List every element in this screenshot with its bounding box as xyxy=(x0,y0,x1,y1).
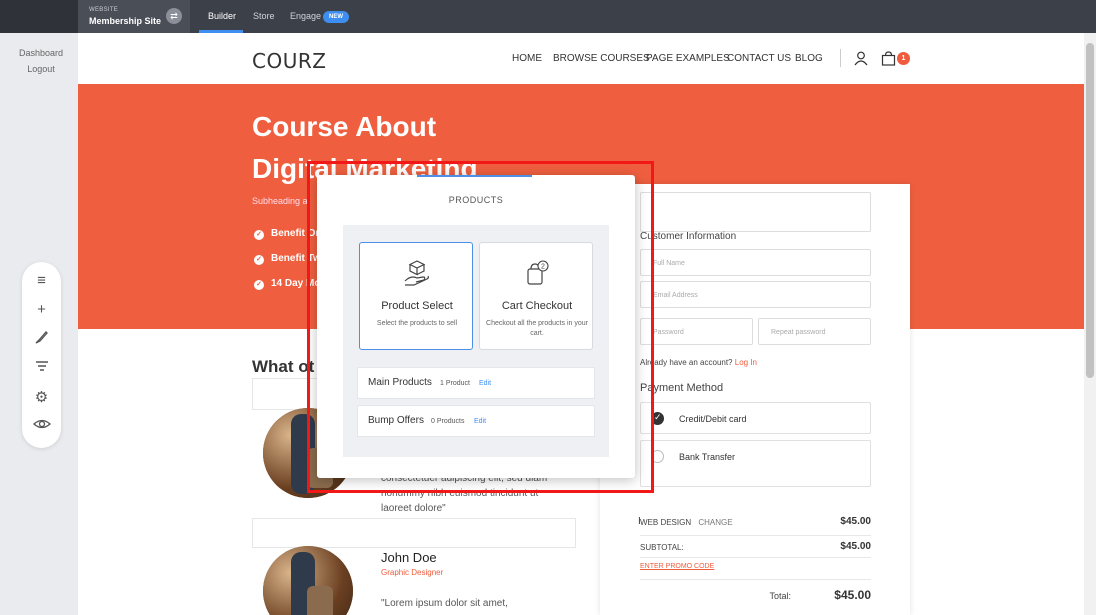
testimonial-quote: "Lorem ipsum dolor sit amet, xyxy=(381,596,508,611)
check-circle-icon: ✓ xyxy=(254,280,264,290)
login-prompt: Already have an account? Log In xyxy=(640,358,757,367)
builder-toolbox: ≡ + ⚙ xyxy=(22,262,61,448)
testimonials-heading: What ot xyxy=(252,357,315,376)
site-switch-name: Membership Site xyxy=(89,16,162,26)
testimonial-name: John Doe xyxy=(381,550,437,565)
plus-icon[interactable]: + xyxy=(31,299,52,320)
divider xyxy=(640,579,871,580)
total-label: Total: xyxy=(769,591,791,601)
order-item-name: WEB DESIGN xyxy=(640,518,692,527)
check-circle-icon: ✓ xyxy=(254,230,264,240)
new-badge: NEW xyxy=(323,11,349,23)
tab-builder[interactable]: Builder xyxy=(208,11,236,21)
testimonial-role: Graphic Designer xyxy=(381,568,444,577)
check-circle-icon: ✓ xyxy=(254,255,264,265)
payment-option-label: Credit/Debit card xyxy=(679,414,747,424)
menu-icon[interactable]: ≡ xyxy=(31,270,52,291)
nav-contact-us[interactable]: CONTACT US xyxy=(727,53,791,64)
hero-subheading: Subheading al xyxy=(252,196,310,206)
site-logo[interactable]: COURZ xyxy=(252,49,326,73)
tab-store[interactable]: Store xyxy=(253,11,275,21)
cart-count-badge: 1 xyxy=(897,52,910,65)
form-top-box xyxy=(640,192,871,232)
quote-line: laoreet dolore" xyxy=(381,503,446,514)
highlight-frame xyxy=(307,161,654,493)
order-item-row: WEB DESIGN CHANGE $45.00 xyxy=(640,516,871,527)
tab-engage[interactable]: Engage xyxy=(290,11,321,21)
login-link[interactable]: Log In xyxy=(735,358,757,367)
payment-option-label: Bank Transfer xyxy=(679,452,736,462)
page-scrollbar[interactable] xyxy=(1084,33,1096,615)
top-bar-left-block xyxy=(0,0,78,33)
filter-icon[interactable] xyxy=(31,358,52,379)
total-row: Total: $45.00 xyxy=(640,588,871,602)
promo-code-link[interactable]: ENTER PROMO CODE xyxy=(640,563,714,570)
brush-icon[interactable] xyxy=(31,329,52,350)
testimonial-box xyxy=(252,518,576,548)
total-value: $45.00 xyxy=(834,588,871,602)
change-link[interactable]: CHANGE xyxy=(698,518,732,527)
divider xyxy=(640,557,871,558)
divider xyxy=(640,535,871,536)
avatar xyxy=(263,546,353,615)
nav-home[interactable]: HOME xyxy=(512,53,542,64)
nav-blog[interactable]: BLOG xyxy=(795,53,823,64)
payment-option-card[interactable]: Credit/Debit card xyxy=(640,402,871,434)
email-field[interactable]: Email Address xyxy=(640,281,871,308)
gear-icon[interactable]: ⚙ xyxy=(31,387,52,408)
nav-browse-courses[interactable]: BROWSE COURSES xyxy=(553,53,650,64)
quote-line: "Lorem ipsum dolor sit amet, xyxy=(381,598,508,609)
swap-arrows-icon[interactable]: ⇄ xyxy=(166,8,182,24)
scrollbar-thumb[interactable] xyxy=(1086,43,1094,378)
dashboard-link[interactable]: Dashboard xyxy=(0,48,82,58)
repeat-password-field[interactable]: Repeat password xyxy=(758,318,871,345)
eye-icon[interactable] xyxy=(31,416,52,437)
subtotal-label: SUBTOTAL: xyxy=(640,543,684,552)
subtotal-value: $45.00 xyxy=(840,541,871,552)
nav-divider xyxy=(840,49,841,67)
nav-page-examples[interactable]: PAGE EXAMPLES xyxy=(646,53,730,64)
site-switcher[interactable]: WEBSITE Membership Site ⇄ xyxy=(78,0,190,33)
customer-info-heading: Customer Information xyxy=(640,231,737,242)
shopping-bag-icon[interactable] xyxy=(881,51,896,71)
user-icon[interactable] xyxy=(854,51,868,71)
payment-option-bank[interactable]: Bank Transfer xyxy=(640,440,871,487)
order-item-price: $45.00 xyxy=(840,516,871,527)
hero-title-line1: Course About xyxy=(252,111,437,142)
password-field[interactable]: Password xyxy=(640,318,753,345)
subtotal-row: SUBTOTAL: $45.00 xyxy=(640,541,871,552)
app-top-bar: WEBSITE Membership Site ⇄ Builder Store … xyxy=(0,0,1096,33)
full-name-field[interactable]: Full Name xyxy=(640,249,871,276)
logout-link[interactable]: Logout xyxy=(0,64,82,74)
mouse-cursor-icon: I xyxy=(638,516,641,527)
site-switch-caption: WEBSITE xyxy=(89,7,119,13)
